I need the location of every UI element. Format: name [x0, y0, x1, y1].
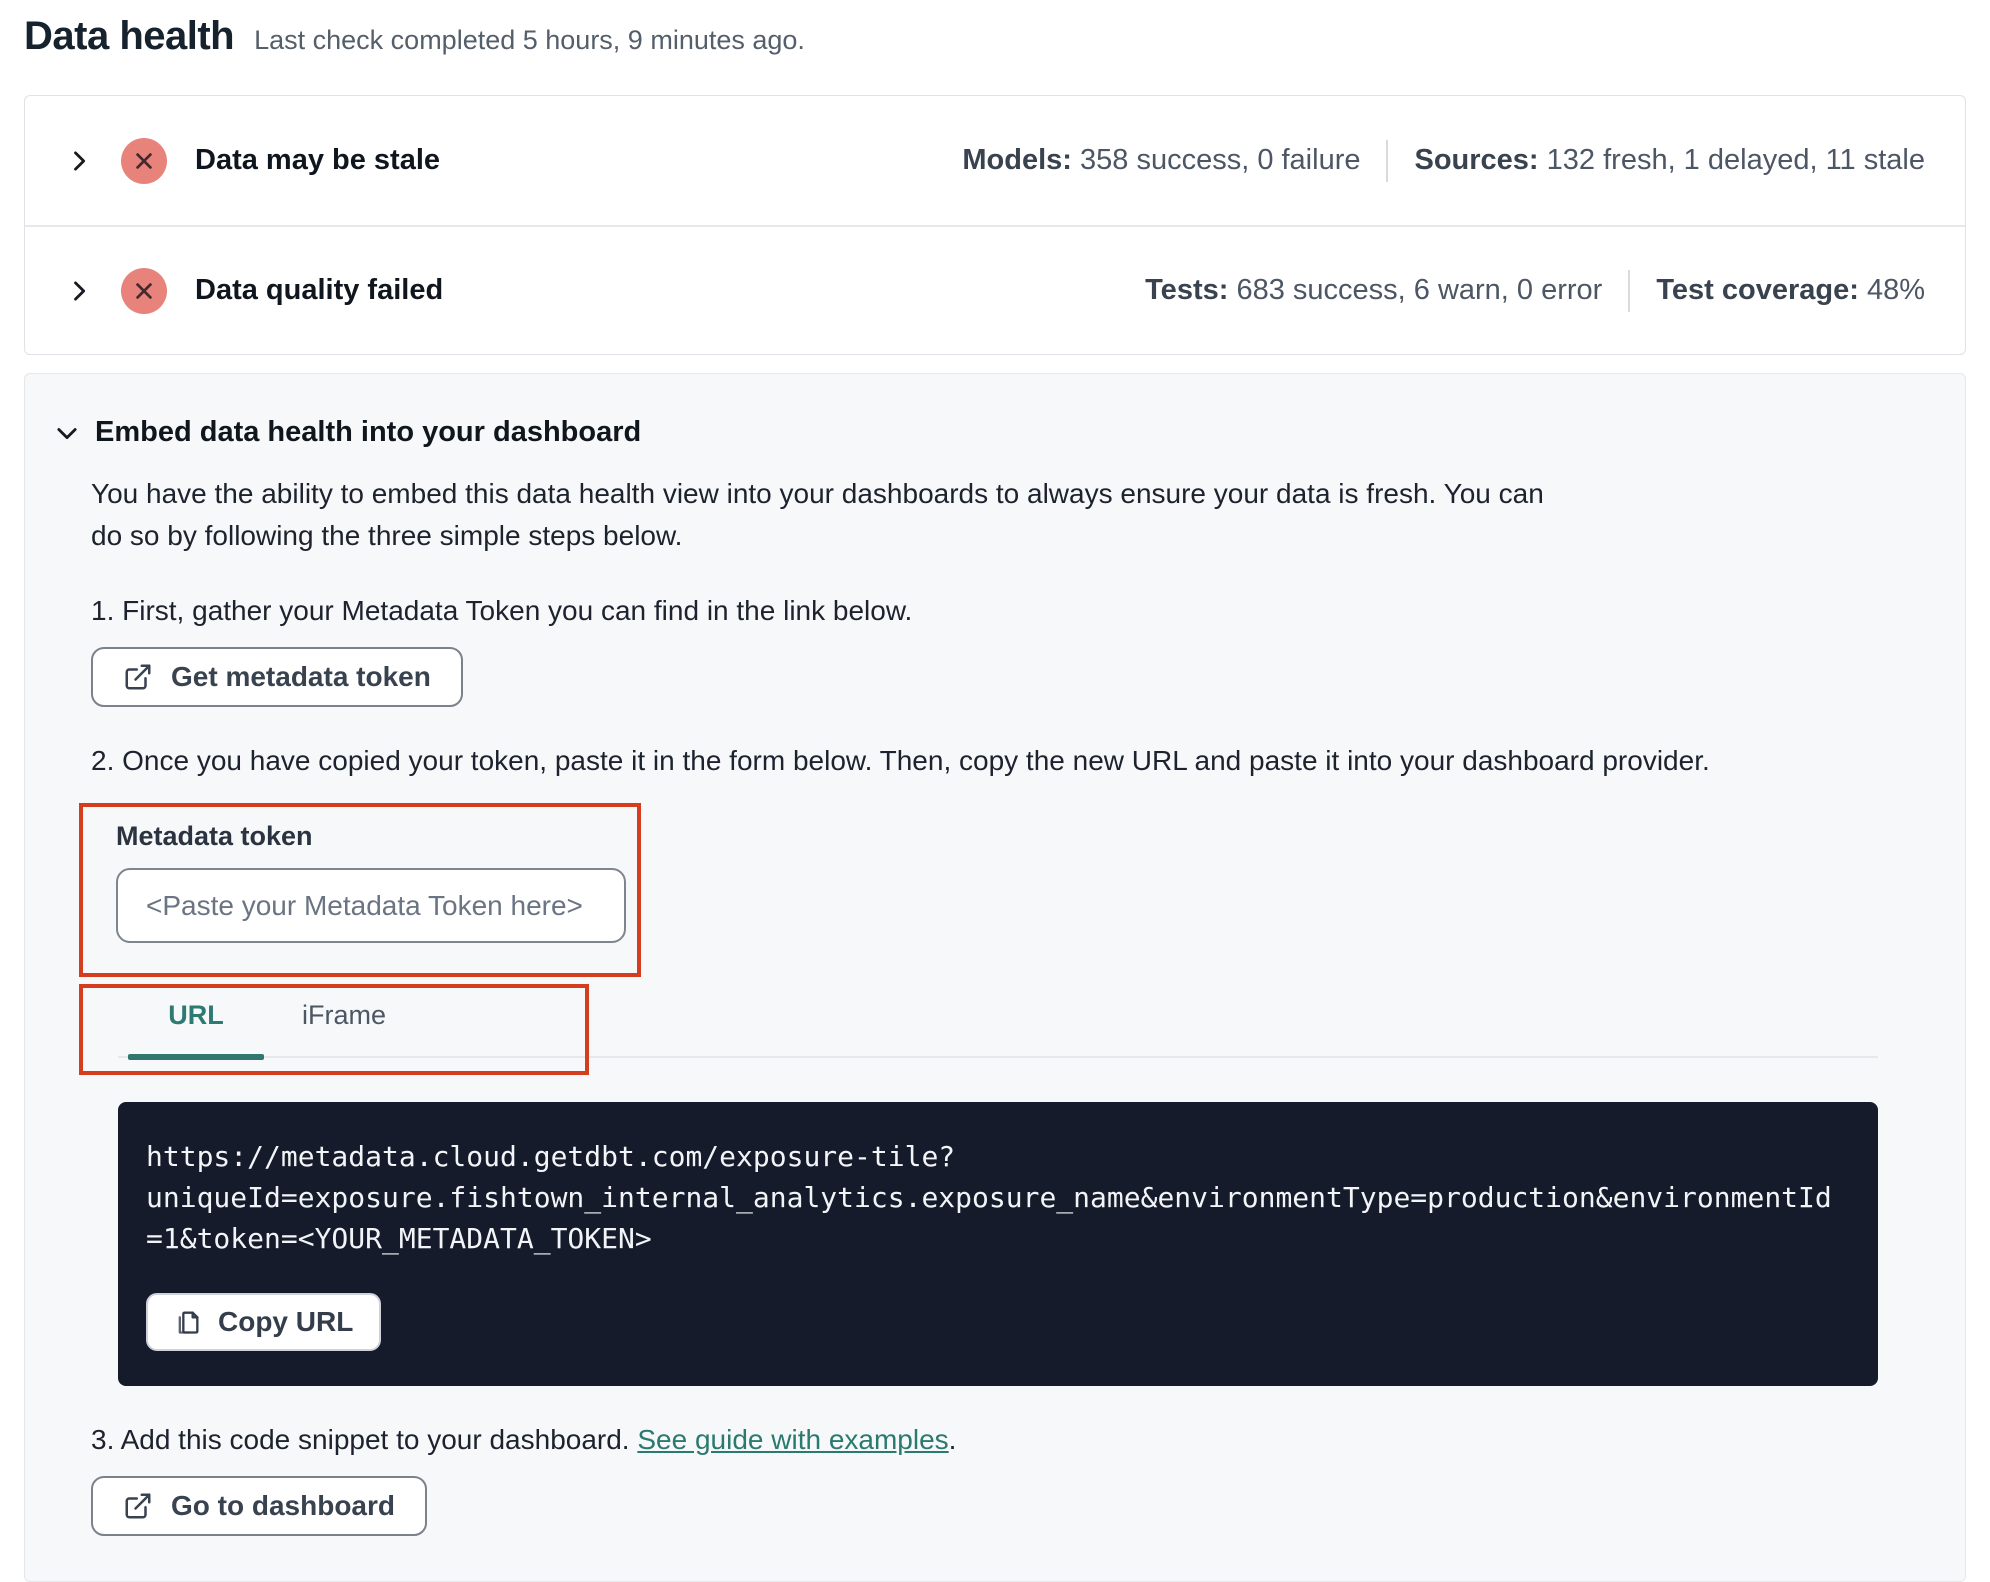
embed-output-tabs: URL iFrame: [79, 984, 1923, 1082]
step-2-text: 2. Once you have copied your token, past…: [91, 745, 1710, 776]
metadata-token-input[interactable]: [116, 868, 626, 943]
status-row-quality[interactable]: Data quality failed Tests: 683 success, …: [25, 225, 1965, 354]
chevron-right-icon[interactable]: [65, 147, 93, 175]
step-3-prefix: 3. Add this code snippet to your dashboa…: [91, 1424, 638, 1455]
go-to-dashboard-button[interactable]: Go to dashboard: [91, 1476, 427, 1536]
page-header: Data health Last check completed 5 hours…: [24, 14, 1966, 59]
status-row-stats: Tests: 683 success, 6 warn, 0 error Test…: [1145, 269, 1925, 312]
step-1-text: 1. First, gather your Metadata Token you…: [91, 595, 913, 626]
tests-stat-value: 683 success, 6 warn, 0 error: [1236, 274, 1603, 306]
embed-url-line: uniqueId=exposure.fishtown_internal_anal…: [146, 1181, 1832, 1214]
last-check-status: Last check completed 5 hours, 9 minutes …: [254, 25, 805, 55]
sources-stat: Sources: 132 fresh, 1 delayed, 11 stale: [1414, 144, 1925, 177]
see-guide-link[interactable]: See guide with examples: [637, 1424, 948, 1455]
embed-heading: Embed data health into your dashboard: [95, 416, 642, 448]
metadata-token-annotation-box: Metadata token: [79, 803, 641, 977]
models-stat-value: 358 success, 0 failure: [1080, 144, 1361, 176]
embed-url-text: https://metadata.cloud.getdbt.com/exposu…: [146, 1136, 1838, 1259]
embed-description: You have the ability to embed this data …: [91, 478, 1544, 551]
tab-iframe[interactable]: iFrame: [276, 1000, 412, 1031]
get-metadata-token-label: Get metadata token: [171, 661, 431, 692]
active-tab-indicator: [128, 1054, 264, 1060]
tab-url[interactable]: URL: [128, 1000, 264, 1031]
error-x-circle-icon: [121, 267, 167, 314]
status-card: Data may be stale Models: 358 success, 0…: [24, 95, 1966, 355]
models-stat: Models: 358 success, 0 failure: [962, 144, 1360, 177]
error-x-circle-icon: [121, 137, 167, 184]
copy-url-label: Copy URL: [218, 1306, 354, 1337]
status-row-stale[interactable]: Data may be stale Models: 358 success, 0…: [25, 96, 1965, 225]
external-link-icon: [125, 1493, 151, 1519]
embed-section-header[interactable]: Embed data health into your dashboard: [53, 416, 1923, 449]
status-row-title: Data may be stale: [195, 144, 441, 176]
models-stat-label: Models:: [962, 144, 1072, 176]
copy-url-button[interactable]: Copy URL: [146, 1293, 382, 1351]
sources-stat-label: Sources:: [1414, 144, 1539, 176]
test-coverage-label: Test coverage:: [1656, 274, 1859, 306]
external-link-icon: [125, 664, 151, 690]
tests-stat: Tests: 683 success, 6 warn, 0 error: [1145, 274, 1602, 307]
status-row-title: Data quality failed: [195, 274, 444, 306]
data-health-page: Data health Last check completed 5 hours…: [0, 0, 1990, 1582]
step-3-suffix: .: [948, 1424, 957, 1455]
tests-stat-label: Tests:: [1145, 274, 1229, 306]
test-coverage-value: 48%: [1866, 274, 1925, 306]
chevron-right-icon[interactable]: [65, 277, 93, 305]
metadata-token-label: Metadata token: [116, 821, 313, 851]
get-metadata-token-button[interactable]: Get metadata token: [91, 647, 463, 707]
embed-section: Embed data health into your dashboard Yo…: [24, 373, 1966, 1582]
embed-url-code-block: https://metadata.cloud.getdbt.com/exposu…: [118, 1102, 1878, 1386]
test-coverage-stat: Test coverage: 48%: [1656, 274, 1925, 307]
status-row-stats: Models: 358 success, 0 failure Sources: …: [962, 139, 1925, 182]
stat-divider: [1386, 139, 1389, 182]
stat-divider: [1628, 269, 1631, 312]
step-3-text: 3. Add this code snippet to your dashboa…: [91, 1424, 1923, 1456]
copy-icon: [178, 1311, 199, 1334]
embed-url-line: =1&token=<YOUR_METADATA_TOKEN>: [146, 1222, 652, 1255]
go-to-dashboard-label: Go to dashboard: [171, 1490, 395, 1521]
chevron-down-icon[interactable]: [53, 419, 81, 447]
page-title: Data health: [24, 14, 235, 58]
sources-stat-value: 132 fresh, 1 delayed, 11 stale: [1546, 144, 1925, 176]
embed-url-line: https://metadata.cloud.getdbt.com/exposu…: [146, 1140, 956, 1173]
